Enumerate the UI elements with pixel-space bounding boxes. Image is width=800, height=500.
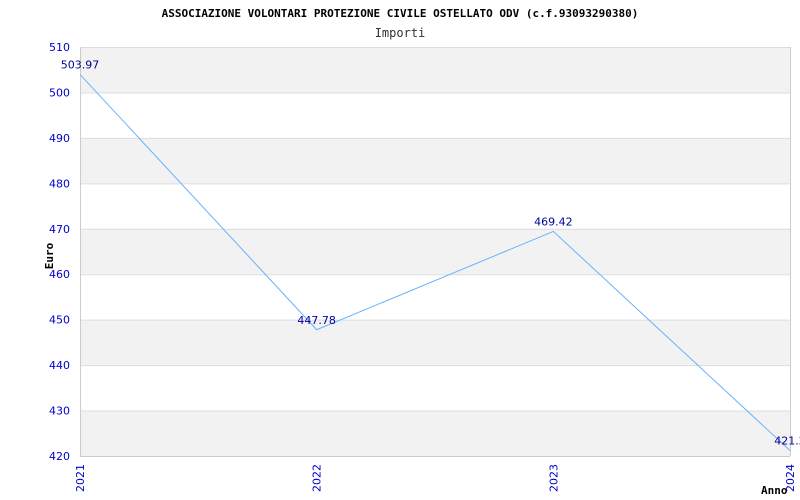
y-tick-label: 510 [49, 41, 70, 54]
x-axis-label: Anno [761, 484, 788, 497]
y-tick-label: 440 [49, 359, 70, 372]
data-label: 447.78 [297, 314, 336, 327]
x-tick-labels: 2021 2022 2023 2024 [74, 464, 797, 492]
data-label: 503.97 [61, 58, 100, 71]
data-label: 469.42 [534, 215, 573, 228]
chart-subtitle: Importi [375, 26, 426, 40]
plot-bands [80, 47, 790, 456]
data-label: 421.2 [774, 435, 800, 448]
plot-band [80, 228, 790, 275]
y-tick-label: 420 [49, 450, 70, 463]
plot-band [80, 319, 790, 366]
y-tick-label: 430 [49, 405, 70, 418]
plot-band [80, 365, 790, 411]
plot-band [80, 410, 790, 456]
chart: ASSOCIAZIONE VOLONTARI PROTEZIONE CIVILE… [43, 7, 800, 497]
x-tick-label: 2022 [311, 464, 324, 492]
plot-band [80, 47, 790, 93]
plot-band [80, 137, 790, 184]
plot-band [80, 183, 790, 229]
x-tick-label: 2021 [74, 464, 87, 492]
chart-title: ASSOCIAZIONE VOLONTARI PROTEZIONE CIVILE… [162, 7, 639, 20]
x-tick-label: 2023 [547, 464, 560, 492]
y-tick-label: 450 [49, 314, 70, 327]
y-tick-label: 470 [49, 223, 70, 236]
y-tick-label: 480 [49, 177, 70, 190]
y-tick-label: 500 [49, 86, 70, 99]
y-axis-label: Euro [43, 242, 56, 269]
plot-band [80, 92, 790, 138]
y-tick-label: 490 [49, 132, 70, 145]
